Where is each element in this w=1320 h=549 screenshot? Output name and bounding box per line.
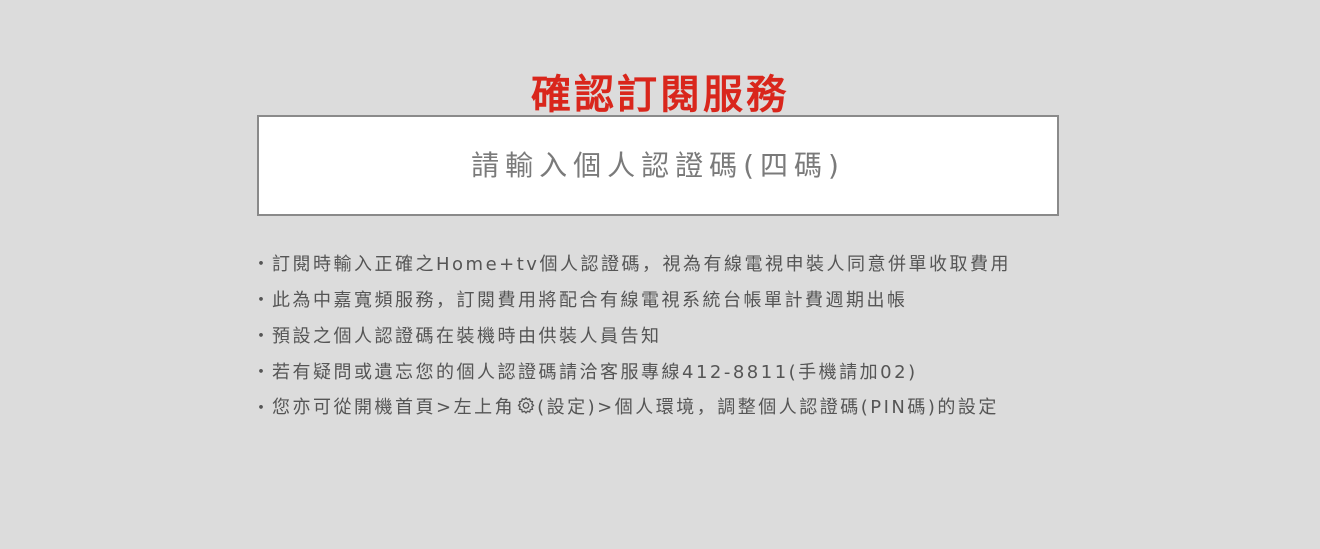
bullet: ・: [252, 326, 273, 347]
bullet: ・: [252, 398, 273, 419]
note-text: 此為中嘉寬頻服務，訂閱費用將配合有線電視系統台帳單計費週期出帳: [272, 290, 908, 311]
note-text-after-icon: (設定)>個人環境，調整個人認證碼(PIN碼)的設定: [537, 397, 999, 418]
note-item: ・ 此為中嘉寬頻服務，訂閱費用將配合有線電視系統台帳單計費週期出帳: [252, 281, 1092, 317]
gear-icon: [516, 396, 536, 421]
note-item: ・ 若有疑問或遺忘您的個人認證碼請洽客服專線412-8811(手機請加02): [252, 353, 1092, 389]
bullet: ・: [252, 290, 273, 311]
note-text: 您亦可從開機首頁>左上角 (設定)>個人環境，調整個人認證碼(PIN碼)的設定: [272, 393, 999, 421]
note-text-before-icon: 您亦可從開機首頁>左上角: [272, 397, 516, 418]
bullet: ・: [252, 362, 273, 383]
notes-list: ・ 訂閱時輸入正確之Home+tv個人認證碼，視為有線電視申裝人同意併單收取費用…: [252, 245, 1092, 425]
note-item: ・ 預設之個人認證碼在裝機時由供裝人員告知: [252, 317, 1092, 353]
note-text: 若有疑問或遺忘您的個人認證碼請洽客服專線412-8811(手機請加02): [272, 362, 918, 383]
note-text: 訂閱時輸入正確之Home+tv個人認證碼，視為有線電視申裝人同意併單收取費用: [272, 254, 1011, 275]
bullet: ・: [252, 254, 273, 275]
note-item: ・ 您亦可從開機首頁>左上角 (設定)>個人環境，調整個人認證碼(PIN碼)的設定: [252, 389, 1092, 425]
note-text: 預設之個人認證碼在裝機時由供裝人員告知: [272, 326, 662, 347]
pin-input[interactable]: [257, 115, 1059, 216]
note-item: ・ 訂閱時輸入正確之Home+tv個人認證碼，視為有線電視申裝人同意併單收取費用: [252, 245, 1092, 281]
